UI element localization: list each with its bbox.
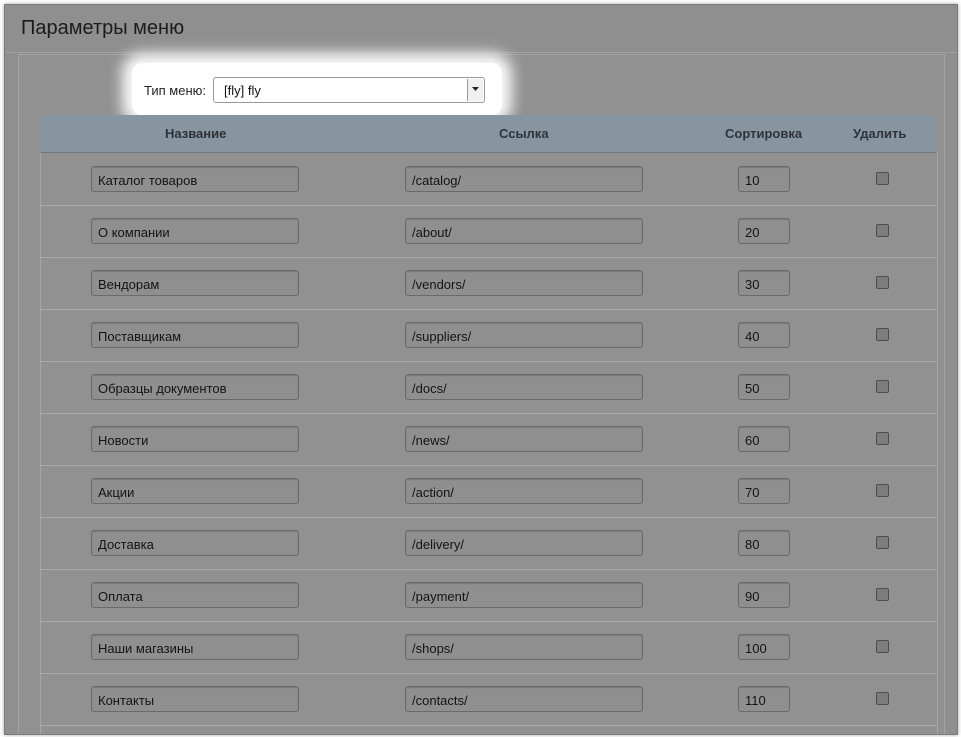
menu-type-label: Тип меню: [144, 83, 206, 98]
delete-checkbox[interactable] [876, 328, 889, 341]
item-name-input[interactable]: Каталог товаров [91, 166, 299, 192]
item-sort-input[interactable]: 100 [738, 634, 790, 660]
column-header-link: Ссылка [499, 126, 549, 141]
table-row: Оплата/payment/90 [41, 569, 937, 622]
item-link-input[interactable]: /delivery/ [405, 530, 643, 556]
column-header-sort: Сортировка [725, 126, 803, 141]
delete-checkbox[interactable] [876, 432, 889, 445]
page-title: Параметры меню [21, 17, 185, 39]
delete-checkbox[interactable] [876, 172, 889, 185]
item-name-input[interactable]: О компании [91, 218, 299, 244]
dropdown-button[interactable] [467, 79, 483, 101]
item-name-input[interactable]: Оплата [91, 582, 299, 608]
item-sort-input[interactable]: 30 [738, 270, 790, 296]
column-header-name: Название [165, 126, 227, 141]
item-sort-input[interactable]: 80 [738, 530, 790, 556]
item-link-input[interactable]: /vendors/ [405, 270, 643, 296]
delete-checkbox[interactable] [876, 640, 889, 653]
delete-checkbox[interactable] [876, 276, 889, 289]
item-link-input[interactable]: /payment/ [405, 582, 643, 608]
table-row: Каталог товаров/catalog/10 [41, 153, 937, 206]
item-name-input[interactable]: Контакты [91, 686, 299, 712]
delete-checkbox[interactable] [876, 588, 889, 601]
item-name-input[interactable]: Акции [91, 478, 299, 504]
table-row: Поставщикам/suppliers/40 [41, 309, 937, 362]
menu-settings-window: Параметры меню Тип меню: [fly] fly Назва… [4, 4, 958, 735]
item-name-input[interactable]: Поставщикам [91, 322, 299, 348]
item-sort-input[interactable]: 10 [738, 166, 790, 192]
item-sort-input[interactable]: 110 [738, 686, 790, 712]
menu-items-table: Каталог товаров/catalog/10 О компании/abo… [40, 153, 938, 734]
column-header-delete: Удалить [853, 126, 907, 141]
table-row: Вендорам/vendors/30 [41, 257, 937, 310]
title-divider [5, 52, 957, 53]
item-sort-input[interactable]: 70 [738, 478, 790, 504]
item-link-input[interactable]: /action/ [405, 478, 643, 504]
table-row: О компании/about/20 [41, 205, 937, 258]
item-name-input[interactable]: Наши магазины [91, 634, 299, 660]
table-row: Новости/news/60 [41, 413, 937, 466]
item-link-input[interactable]: /shops/ [405, 634, 643, 660]
delete-checkbox[interactable] [876, 536, 889, 549]
table-row: Доставка/delivery/80 [41, 517, 937, 570]
delete-checkbox[interactable] [876, 484, 889, 497]
table-row: Образцы документов/docs/50 [41, 361, 937, 414]
table-row: Акции/action/70 [41, 465, 937, 518]
table-row: Контакты/contacts/110 [41, 673, 937, 726]
item-name-input[interactable]: Доставка [91, 530, 299, 556]
item-link-input[interactable]: /about/ [405, 218, 643, 244]
item-link-input[interactable]: /news/ [405, 426, 643, 452]
chevron-down-icon [472, 87, 479, 91]
item-name-input[interactable]: Образцы документов [91, 374, 299, 400]
item-link-input[interactable]: /suppliers/ [405, 322, 643, 348]
delete-checkbox[interactable] [876, 692, 889, 705]
table-row: Наши магазины/shops/100 [41, 621, 937, 674]
item-link-input[interactable]: /catalog/ [405, 166, 643, 192]
item-sort-input[interactable]: 40 [738, 322, 790, 348]
item-link-input[interactable]: /docs/ [405, 374, 643, 400]
table-header: Название Ссылка Сортировка Удалить [40, 115, 936, 153]
item-sort-input[interactable]: 50 [738, 374, 790, 400]
menu-type-value: [fly] fly [224, 83, 261, 98]
item-name-input[interactable]: Новости [91, 426, 299, 452]
item-sort-input[interactable]: 90 [738, 582, 790, 608]
item-link-input[interactable]: /contacts/ [405, 686, 643, 712]
item-sort-input[interactable]: 60 [738, 426, 790, 452]
item-name-input[interactable]: Вендорам [91, 270, 299, 296]
menu-type-select[interactable]: [fly] fly [213, 77, 485, 103]
item-sort-input[interactable]: 20 [738, 218, 790, 244]
delete-checkbox[interactable] [876, 380, 889, 393]
delete-checkbox[interactable] [876, 224, 889, 237]
